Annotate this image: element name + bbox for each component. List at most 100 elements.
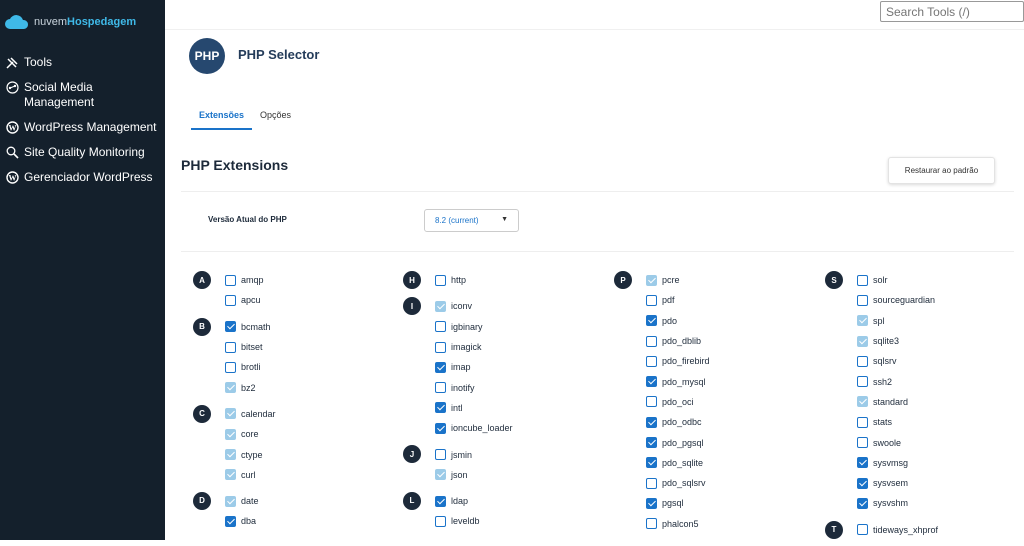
extension-checkbox[interactable]	[225, 516, 236, 527]
extension-checkbox[interactable]	[646, 478, 657, 489]
extension-checkbox[interactable]	[646, 498, 657, 509]
extension-item[interactable]: pdo_sqlsrv	[614, 473, 814, 493]
extension-item[interactable]: pdo_pgsql	[614, 432, 814, 452]
extension-group: Ccalendarcorectypecurl	[193, 404, 393, 485]
extension-checkbox[interactable]	[857, 356, 868, 367]
extension-checkbox[interactable]	[435, 423, 446, 434]
extension-checkbox[interactable]	[857, 417, 868, 428]
letter-badge: A	[193, 271, 211, 289]
extension-item[interactable]: dba	[193, 511, 393, 531]
extensions-column: Ppcrepdfpdopdo_dblibpdo_firebirdpdo_mysq…	[614, 270, 814, 540]
extension-item[interactable]: bcmath	[193, 317, 393, 337]
extension-item[interactable]: leveldb	[403, 511, 603, 531]
extension-checkbox[interactable]	[646, 315, 657, 326]
extension-item[interactable]: pdo_firebird	[614, 351, 814, 371]
sidebar-item-wordpress-management[interactable]: W WordPress Management	[0, 120, 165, 135]
extension-item[interactable]: sysvshm	[825, 493, 1024, 513]
extension-item[interactable]: pdo_odbc	[614, 412, 814, 432]
extension-name: pgsql	[662, 498, 684, 508]
extension-name: tideways_xhprof	[873, 525, 938, 535]
extension-checkbox[interactable]	[435, 516, 446, 527]
extension-item[interactable]: ldap	[403, 491, 603, 511]
extension-item[interactable]: solr	[825, 270, 1024, 290]
brand-logo[interactable]: nuvemHospedagem	[4, 10, 136, 34]
extension-item[interactable]: imagick	[403, 337, 603, 357]
sidebar-item-gerenciador-wordpress[interactable]: W Gerenciador WordPress	[0, 170, 165, 185]
extension-checkbox[interactable]	[435, 321, 446, 332]
extension-checkbox[interactable]	[646, 336, 657, 347]
extension-item[interactable]: pdo	[614, 311, 814, 331]
extension-item[interactable]: pdo_oci	[614, 392, 814, 412]
extension-name: jsmin	[451, 450, 472, 460]
extension-checkbox[interactable]	[225, 295, 236, 306]
extension-checkbox[interactable]	[225, 321, 236, 332]
extension-item[interactable]: http	[403, 270, 603, 290]
svg-text:W: W	[8, 174, 16, 183]
extension-checkbox[interactable]	[435, 402, 446, 413]
extension-checkbox[interactable]	[646, 396, 657, 407]
extension-item[interactable]: brotli	[193, 357, 393, 377]
extension-item[interactable]: pdf	[614, 290, 814, 310]
sidebar-item-tools[interactable]: Tools	[0, 55, 165, 70]
extension-item: json	[403, 465, 603, 485]
extension-item[interactable]: bitset	[193, 337, 393, 357]
restore-default-button[interactable]: Restaurar ao padrão	[888, 157, 995, 184]
extension-item[interactable]: pdo_dblib	[614, 331, 814, 351]
extension-checkbox[interactable]	[857, 376, 868, 387]
extension-checkbox[interactable]	[857, 524, 868, 535]
extension-checkbox[interactable]	[435, 449, 446, 460]
extension-item[interactable]: sqlsrv	[825, 351, 1024, 371]
extension-checkbox[interactable]	[435, 382, 446, 393]
extension-name: phalcon5	[662, 519, 699, 529]
extension-checkbox[interactable]	[225, 275, 236, 286]
extension-item[interactable]: sysvmsg	[825, 453, 1024, 473]
extension-item[interactable]: sourceguardian	[825, 290, 1024, 310]
extension-checkbox[interactable]	[646, 417, 657, 428]
extension-item[interactable]: pdo_mysql	[614, 371, 814, 391]
extension-checkbox[interactable]	[225, 362, 236, 373]
sidebar-item-site-quality[interactable]: Site Quality Monitoring	[0, 145, 165, 160]
extension-checkbox[interactable]	[646, 376, 657, 387]
extension-item: curl	[193, 465, 393, 485]
php-version-select[interactable]: 8.2 (current) ▼	[424, 209, 519, 232]
extension-checkbox[interactable]	[435, 496, 446, 507]
extension-item[interactable]: amqp	[193, 270, 393, 290]
extension-item[interactable]: igbinary	[403, 317, 603, 337]
extension-item[interactable]: tideways_xhprof	[825, 520, 1024, 540]
sidebar-item-label: WordPress Management	[24, 120, 157, 135]
extension-item[interactable]: phalcon5	[614, 514, 814, 534]
extension-checkbox[interactable]	[857, 275, 868, 286]
extension-item[interactable]: pdo_sqlite	[614, 453, 814, 473]
extension-item[interactable]: swoole	[825, 432, 1024, 452]
tab-extensoes[interactable]: Extensões	[191, 110, 252, 130]
extension-checkbox[interactable]	[646, 518, 657, 529]
extension-checkbox[interactable]	[646, 437, 657, 448]
extension-item[interactable]: pgsql	[614, 493, 814, 513]
extension-checkbox[interactable]	[857, 437, 868, 448]
extension-checkbox[interactable]	[857, 457, 868, 468]
sidebar-item-social-media[interactable]: Social Media Management	[0, 80, 165, 110]
extension-checkbox[interactable]	[435, 342, 446, 353]
extension-checkbox[interactable]	[435, 275, 446, 286]
extension-item[interactable]: ioncube_loader	[403, 418, 603, 438]
extension-item[interactable]: apcu	[193, 290, 393, 310]
extension-checkbox[interactable]	[857, 498, 868, 509]
extension-item[interactable]: ssh2	[825, 371, 1024, 391]
extension-item[interactable]: inotify	[403, 377, 603, 397]
extension-item[interactable]: imap	[403, 357, 603, 377]
tab-opcoes[interactable]: Opções	[252, 110, 299, 130]
extension-item[interactable]: sysvsem	[825, 473, 1024, 493]
extension-name: spl	[873, 316, 885, 326]
extension-checkbox[interactable]	[225, 342, 236, 353]
extension-item[interactable]: jsmin	[403, 444, 603, 464]
extension-checkbox[interactable]	[646, 295, 657, 306]
search-tools-input[interactable]	[880, 1, 1024, 22]
extension-item[interactable]: intl	[403, 398, 603, 418]
extension-checkbox[interactable]	[646, 356, 657, 367]
extension-checkbox[interactable]	[857, 295, 868, 306]
extension-checkbox[interactable]	[646, 457, 657, 468]
letter-badge: T	[825, 521, 843, 539]
extension-item[interactable]: stats	[825, 412, 1024, 432]
extension-checkbox[interactable]	[435, 362, 446, 373]
extension-checkbox[interactable]	[857, 478, 868, 489]
